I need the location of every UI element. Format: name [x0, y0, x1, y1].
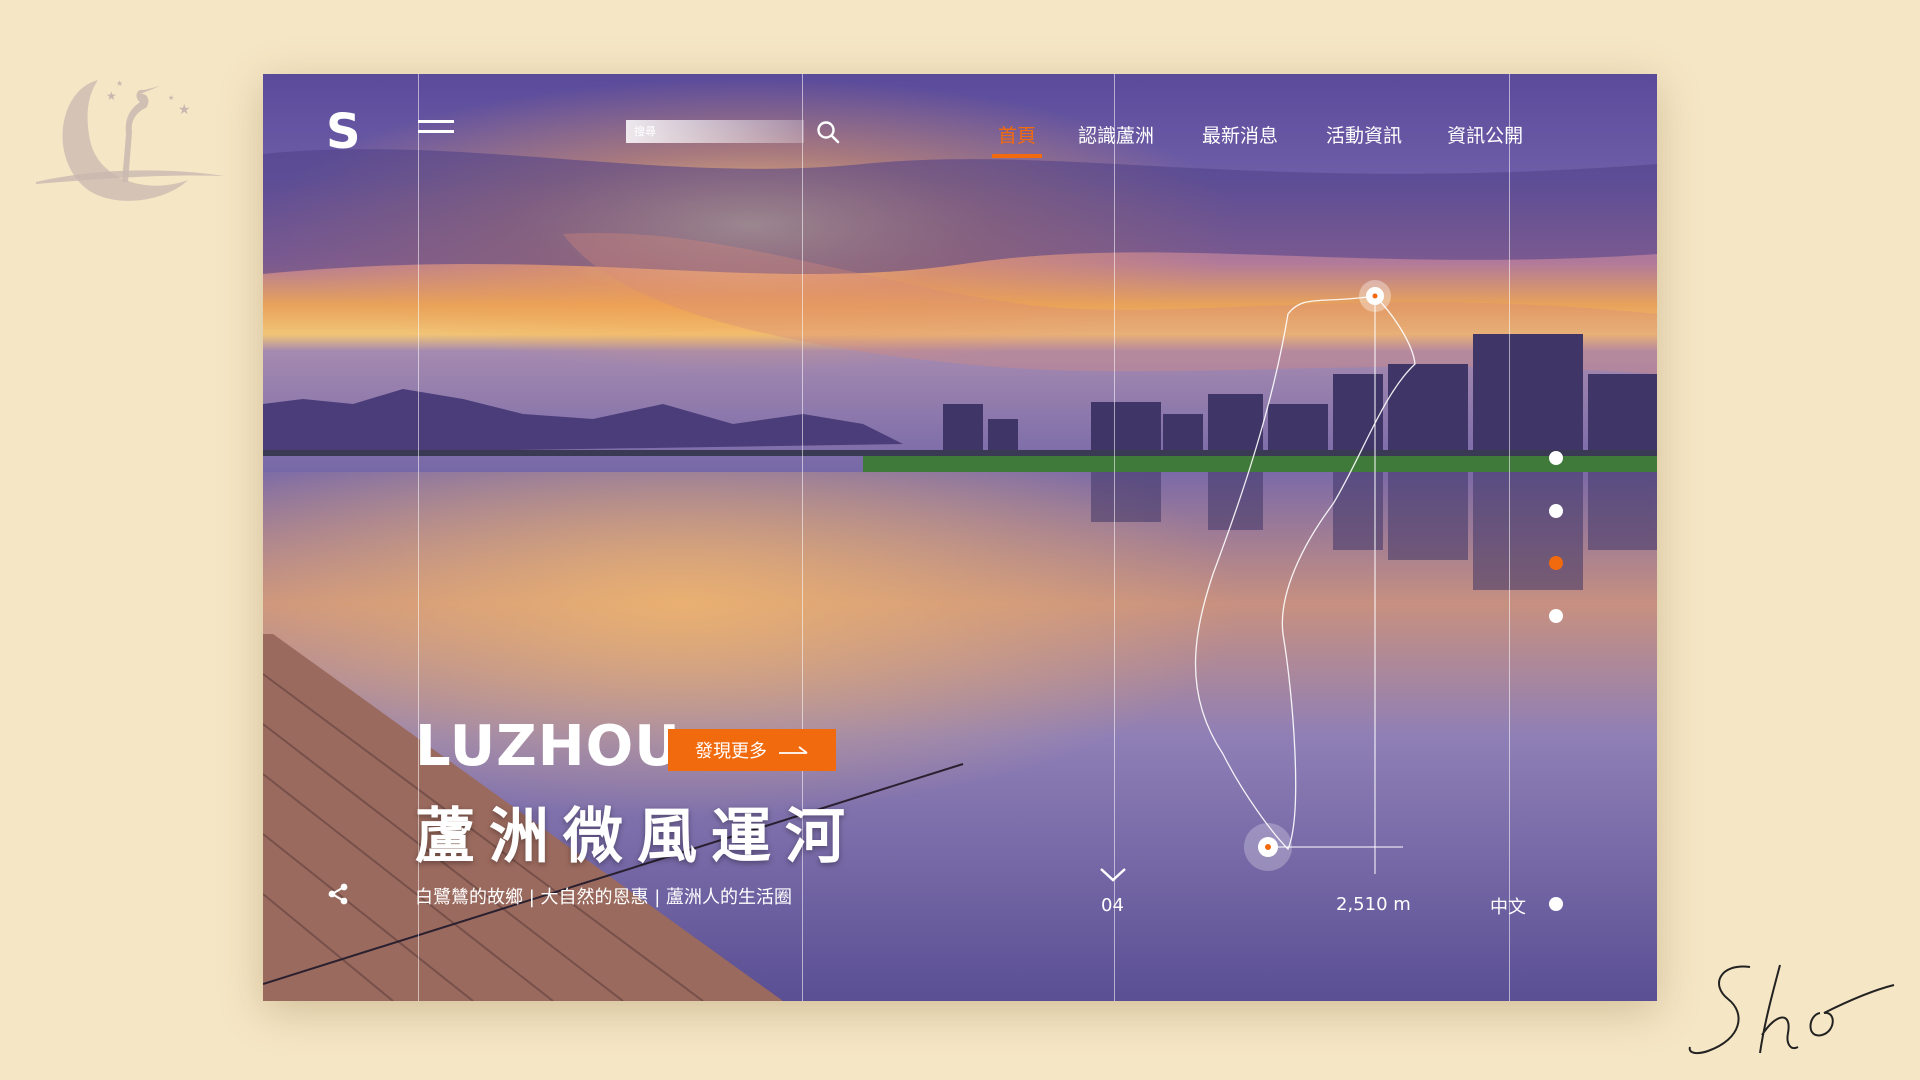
search-icon[interactable] [815, 119, 841, 145]
language-toggle-dot[interactable] [1549, 897, 1563, 911]
pager-dot-1[interactable] [1549, 451, 1563, 465]
nav-item-about[interactable]: 認識蘆洲 [1078, 121, 1154, 148]
menu-icon[interactable] [418, 120, 454, 142]
discover-more-button[interactable]: 發現更多 [668, 729, 836, 771]
nav-item-news[interactable]: 最新消息 [1202, 121, 1278, 148]
hero-banner: S 首頁 認識蘆洲 最新消息 活動資訊 資訊公開 LUZHOU 發現更多 蘆洲微… [263, 74, 1657, 1001]
language-switch[interactable]: 中文 [1490, 893, 1526, 919]
chevron-down-icon[interactable] [1098, 866, 1128, 884]
signature-icon [1688, 964, 1895, 1055]
svg-text:★: ★ [116, 79, 123, 88]
share-icon[interactable] [326, 882, 350, 906]
grid-line [1509, 74, 1510, 1001]
pager-dot-4[interactable] [1549, 609, 1563, 623]
svg-text:★: ★ [168, 94, 174, 102]
search-input[interactable] [626, 120, 804, 143]
hero-chinese-title: 蘆洲微風運河 [415, 802, 859, 872]
svg-text:★: ★ [106, 89, 117, 103]
arrow-right-icon [779, 746, 808, 754]
grid-line [1114, 74, 1115, 1001]
nav-item-public-info[interactable]: 資訊公開 [1447, 121, 1523, 148]
hero-tagline: 白鷺鷥的故鄉 | 大自然的恩惠 | 蘆洲人的生活圈 [415, 887, 793, 908]
nav-item-events[interactable]: 活動資訊 [1326, 121, 1402, 148]
page-number: 04 [1101, 895, 1124, 916]
svg-text:★: ★ [178, 102, 191, 118]
pager-dot-3[interactable] [1549, 556, 1563, 570]
nav-item-home[interactable]: 首頁 [991, 121, 1043, 158]
route-distance: 2,510 m [1336, 894, 1411, 915]
discover-more-label: 發現更多 [695, 741, 767, 762]
brand-logo[interactable]: S [326, 104, 361, 160]
pager-dot-2[interactable] [1549, 504, 1563, 518]
main-nav: 首頁 認識蘆洲 最新消息 活動資訊 資訊公開 [991, 121, 1523, 158]
heron-moon-logo-icon: ★ ★ ★ ★ [36, 79, 224, 201]
hero-title: LUZHOU [415, 714, 681, 779]
